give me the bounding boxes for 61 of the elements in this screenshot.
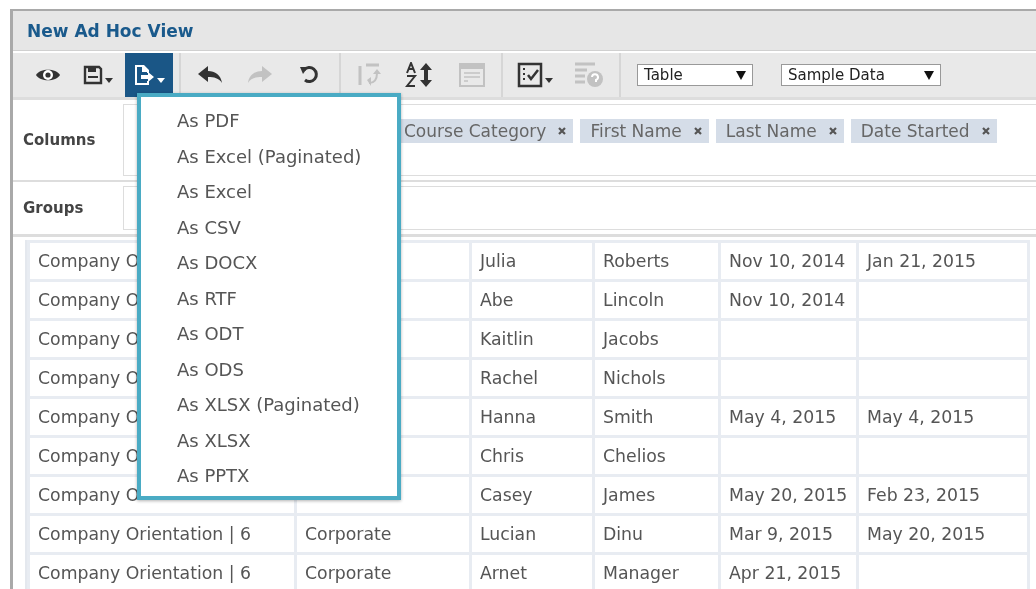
menu-item[interactable]: As Excel [177, 174, 397, 210]
menu-item[interactable]: As PDF [177, 103, 397, 139]
table-cell: Dinu [593, 514, 720, 554]
table-cell: May 4, 2015 [857, 397, 1029, 437]
table-cell: Chelios [593, 436, 720, 476]
table-cell: Nov 10, 2014 [719, 241, 858, 281]
column-chip[interactable]: Date Started [850, 119, 997, 143]
remove-icon[interactable] [828, 127, 837, 135]
table-cell: Roberts [593, 241, 720, 281]
window-title: New Ad Hoc View [27, 20, 194, 41]
caret-icon [105, 77, 113, 83]
chip-label: Date Started [860, 121, 970, 141]
table-cell: Kaitlin [470, 319, 594, 359]
switch-axes-icon [357, 63, 383, 87]
undo-icon [197, 65, 223, 85]
export-button[interactable] [125, 53, 173, 97]
table-cell: May 20, 2015 [857, 514, 1029, 554]
remove-icon[interactable] [693, 127, 702, 135]
dropdown-select[interactable]: Sample Data [781, 64, 941, 86]
chip-label: Last Name [725, 121, 817, 141]
column-chip[interactable]: First Name [580, 119, 709, 143]
table-cell: Chris [470, 436, 594, 476]
table-cell: Mar 9, 2015 [719, 514, 858, 554]
caret-icon [545, 77, 553, 83]
table-cell: Hanna [470, 397, 594, 437]
groups-label: Groups [22, 199, 85, 217]
table-cell: May 20, 2015 [719, 475, 858, 515]
triangle-icon [736, 70, 746, 80]
table-cell: James [593, 475, 720, 515]
triangle-icon [924, 70, 934, 80]
redo-icon [247, 65, 273, 85]
chip-label: Course Category [404, 121, 547, 141]
table-cell: Jacobs [593, 319, 720, 359]
dropdown-select[interactable]: Table [637, 64, 753, 86]
table-cell: Abe [470, 280, 594, 320]
remove-icon[interactable] [558, 127, 567, 135]
chip-label: First Name [590, 121, 682, 141]
list-help-icon [573, 62, 605, 88]
table-cell: Casey [470, 475, 594, 515]
circular-arrow-icon [299, 64, 321, 86]
caret-icon [157, 77, 165, 83]
checklist-icon [517, 62, 543, 88]
table-cell: May 4, 2015 [719, 397, 858, 437]
column-chip[interactable]: Last Name [715, 119, 844, 143]
table-cell: Corporate [295, 514, 471, 554]
table-cell: Rachel [470, 358, 594, 398]
menu-item[interactable]: As Excel (Paginated) [177, 138, 397, 174]
table-cell: Nichols [593, 358, 720, 398]
table-cell: Nov 10, 2014 [719, 280, 858, 320]
table-cell: Feb 23, 2015 [857, 475, 1029, 515]
table-cell: Jan 21, 2015 [857, 241, 1029, 281]
columns-label: Columns [22, 131, 97, 149]
table-cell: Lucian [470, 514, 594, 554]
remove-icon[interactable] [981, 127, 990, 135]
table-cell: Company Orientation | 6 [28, 553, 296, 589]
table-cell: Julia [470, 241, 594, 281]
table-cell: Smith [593, 397, 720, 437]
export-document-icon [133, 64, 155, 86]
table-cell: Company Orientation | 6 [28, 514, 296, 554]
form-layout-icon [459, 63, 485, 87]
table-cell: Lincoln [593, 280, 720, 320]
